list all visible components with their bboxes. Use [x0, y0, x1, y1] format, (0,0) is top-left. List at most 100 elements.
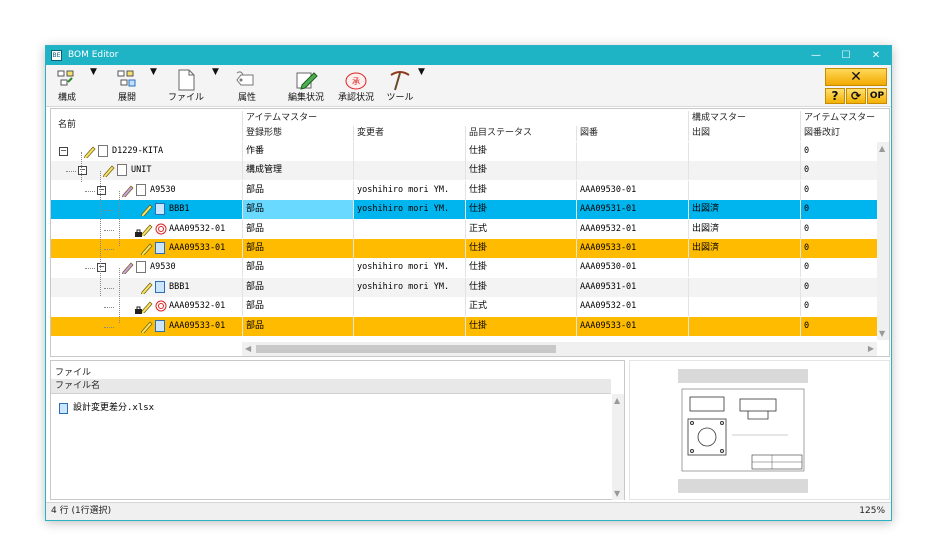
- drawing-issued-cell[interactable]: [688, 258, 800, 278]
- drawing-issued-cell[interactable]: 出図済: [688, 219, 800, 239]
- drawing-number-cell[interactable]: AAA09530-01: [576, 180, 688, 200]
- registration-type-cell[interactable]: 部品: [242, 297, 353, 317]
- maximize-button[interactable]: ☐: [835, 48, 857, 63]
- exit-button[interactable]: ✕: [825, 68, 887, 86]
- drawing-number-cell[interactable]: [576, 142, 688, 161]
- tree-node[interactable]: AAA09532-01: [51, 220, 241, 239]
- drawing-issued-header[interactable]: 出図: [688, 126, 800, 141]
- table-row[interactable]: AAA09533-01 部品 仕掛 AAA09533-01 0: [51, 316, 877, 336]
- grid-horizontal-scrollbar[interactable]: ◀ ▶: [242, 342, 877, 356]
- item-status-cell[interactable]: 仕掛: [465, 277, 576, 297]
- drawing-number-cell[interactable]: AAA09531-01: [576, 277, 688, 297]
- close-button[interactable]: ✕: [865, 48, 887, 63]
- drawing-number-cell[interactable]: AAA09531-01: [576, 200, 688, 220]
- expand-dropdown-arrow[interactable]: ▼: [150, 67, 157, 105]
- scroll-down-icon[interactable]: ▼: [879, 329, 885, 338]
- changer-cell[interactable]: [353, 239, 465, 258]
- collapse-toggle-icon[interactable]: −: [97, 263, 106, 273]
- item-status-cell[interactable]: 仕掛: [465, 161, 576, 181]
- file-button[interactable]: ファイル: [166, 67, 206, 105]
- drawing-number-cell[interactable]: [576, 161, 688, 181]
- tree-node[interactable]: BBB1: [51, 200, 241, 219]
- table-row[interactable]: BBB1 部品 yoshihiro mori YM. 仕掛 AAA09531-01 出図済…: [51, 200, 877, 220]
- changer-cell[interactable]: yoshihiro mori YM.: [353, 258, 465, 278]
- drawing-issued-cell[interactable]: 出図済: [688, 200, 800, 220]
- file-name-header[interactable]: ファイル名: [51, 379, 611, 394]
- tree-node[interactable]: AAA09533-01: [51, 239, 241, 258]
- changer-cell[interactable]: yoshihiro mori YM.: [353, 180, 465, 200]
- drawing-revision-header[interactable]: 図番改訂: [800, 126, 889, 141]
- attributes-button[interactable]: 属性: [230, 67, 264, 105]
- tools-dropdown-arrow[interactable]: ▼: [418, 67, 425, 105]
- table-row[interactable]: AAA09532-01 部品 正式 AAA09532-01 0: [51, 297, 877, 317]
- registration-type-cell[interactable]: 作番: [242, 142, 353, 161]
- registration-type-cell[interactable]: 部品: [242, 258, 353, 278]
- registration-type-cell[interactable]: 構成管理: [242, 161, 353, 181]
- collapse-toggle-icon[interactable]: −: [59, 147, 68, 156]
- drawing-number-cell[interactable]: AAA09533-01: [576, 316, 688, 336]
- drawing-issued-cell[interactable]: [688, 316, 800, 336]
- changer-cell[interactable]: [353, 316, 465, 336]
- drawing-issued-cell[interactable]: [688, 297, 800, 317]
- table-row[interactable]: − A9530 部品 yoshihiro mori YM. 仕掛 AAA09530-01 0: [51, 180, 877, 200]
- changer-cell[interactable]: [353, 297, 465, 317]
- registration-type-cell[interactable]: 部品: [242, 239, 353, 258]
- help-button[interactable]: ?: [825, 88, 845, 104]
- item-status-cell[interactable]: 仕掛: [465, 258, 576, 278]
- table-row[interactable]: BBB1 部品 yoshihiro mori YM. 仕掛 AAA09531-01 0: [51, 277, 877, 297]
- item-status-header[interactable]: 品目ステータス: [465, 126, 576, 141]
- tree-node[interactable]: AAA09532-01: [51, 297, 241, 316]
- collapse-toggle-icon[interactable]: −: [78, 166, 87, 176]
- structure-button[interactable]: 構成: [52, 67, 82, 105]
- item-status-cell[interactable]: 仕掛: [465, 200, 576, 220]
- changer-cell[interactable]: [353, 219, 465, 239]
- tree-node[interactable]: AAA09533-01: [51, 317, 241, 336]
- drawing-number-cell[interactable]: AAA09530-01: [576, 258, 688, 278]
- registration-type-header[interactable]: 登録形態: [242, 126, 353, 141]
- file-panel-scrollbar[interactable]: ▲ ▼: [612, 394, 624, 500]
- changer-header[interactable]: 変更者: [353, 126, 465, 141]
- table-row[interactable]: − A9530 部品 yoshihiro mori YM. 仕掛 AAA09530-01 0: [51, 258, 877, 278]
- expand-button[interactable]: 展開: [112, 67, 142, 105]
- refresh-button[interactable]: ⟳: [846, 88, 866, 104]
- scroll-up-icon[interactable]: ▲: [879, 144, 885, 153]
- item-status-cell[interactable]: 仕掛: [465, 142, 576, 161]
- minimize-button[interactable]: —: [805, 48, 827, 63]
- drawing-number-header[interactable]: 図番: [576, 126, 688, 141]
- tree-node[interactable]: − A9530: [51, 258, 241, 277]
- drawing-issued-cell[interactable]: [688, 161, 800, 181]
- item-status-cell[interactable]: 仕掛: [465, 180, 576, 200]
- tree-node[interactable]: − A9530: [51, 181, 241, 200]
- file-scroll-up-icon[interactable]: ▲: [614, 396, 620, 405]
- registration-type-cell[interactable]: 部品: [242, 316, 353, 336]
- item-status-cell[interactable]: 仕掛: [465, 239, 576, 258]
- item-status-cell[interactable]: 正式: [465, 219, 576, 239]
- item-status-cell[interactable]: 正式: [465, 297, 576, 317]
- registration-type-cell[interactable]: 部品: [242, 277, 353, 297]
- horizontal-scroll-thumb[interactable]: [256, 345, 556, 353]
- changer-cell[interactable]: [353, 161, 465, 181]
- drawing-issued-cell[interactable]: [688, 277, 800, 297]
- collapse-toggle-icon[interactable]: −: [97, 185, 106, 195]
- tree-node[interactable]: − D1229-KITA: [51, 142, 241, 161]
- scroll-left-icon[interactable]: ◀: [245, 344, 251, 353]
- drawing-issued-cell[interactable]: [688, 142, 800, 161]
- approval-status-button[interactable]: 承 承認状況: [334, 67, 378, 105]
- table-row[interactable]: − D1229-KITA 作番 仕掛 0: [51, 142, 877, 161]
- table-row[interactable]: AAA09533-01 部品 仕掛 AAA09533-01 出図済 0: [51, 239, 877, 258]
- scroll-right-icon[interactable]: ▶: [868, 344, 874, 353]
- file-dropdown-arrow[interactable]: ▼: [212, 67, 219, 105]
- item-status-cell[interactable]: 仕掛: [465, 316, 576, 336]
- tree-node[interactable]: BBB1: [51, 278, 241, 297]
- structure-dropdown-arrow[interactable]: ▼: [90, 67, 97, 105]
- drawing-number-cell[interactable]: AAA09532-01: [576, 219, 688, 239]
- drawing-issued-cell[interactable]: 出図済: [688, 239, 800, 258]
- tree-node[interactable]: − UNIT: [51, 161, 241, 180]
- edit-status-button[interactable]: 編集状況: [284, 67, 328, 105]
- drawing-preview[interactable]: [629, 360, 890, 500]
- table-row[interactable]: − UNIT 構成管理 仕掛 0: [51, 161, 877, 181]
- file-scroll-down-icon[interactable]: ▼: [614, 489, 620, 498]
- drawing-issued-cell[interactable]: [688, 180, 800, 200]
- drawing-number-cell[interactable]: AAA09532-01: [576, 297, 688, 317]
- changer-cell[interactable]: [353, 142, 465, 161]
